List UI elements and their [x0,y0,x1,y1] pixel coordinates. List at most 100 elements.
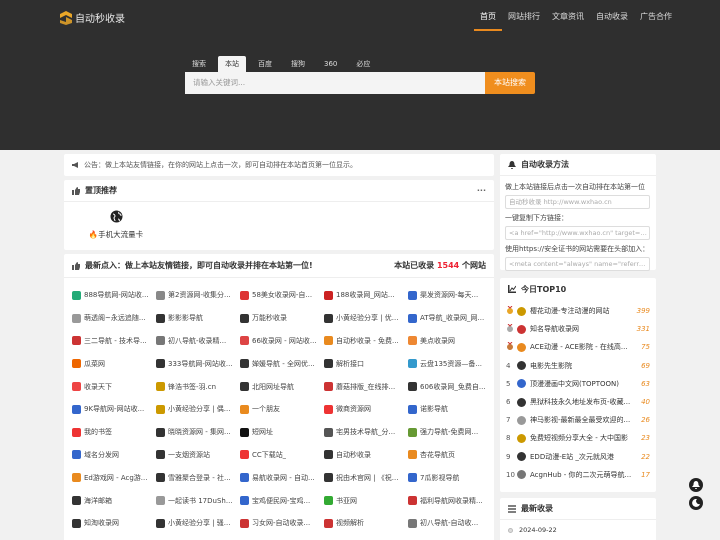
search-input[interactable]: 请输入关键词... [185,72,485,94]
site-link[interactable]: 9K导航网-网站收... [72,398,156,421]
site-link[interactable]: 雪雅聚合登录 - 社... [156,466,240,489]
tab-site[interactable]: 本站 [218,56,246,72]
site-link[interactable]: Link管理平台 - 托... [240,535,324,540]
site-link[interactable]: 云盘135资源—备... [408,352,492,375]
site-link[interactable]: 一个朋友 [240,398,324,421]
top10-item[interactable]: 8 免费短视频分享大全 - 大中国影 23 [506,429,650,447]
site-name: 短网址 [252,428,273,437]
site-link[interactable]: hd3资源网 [408,535,492,540]
tab-bing[interactable]: 必应 [349,56,377,72]
site-link[interactable]: 自动秒收录 - 免费... [324,330,408,353]
nav-articles[interactable]: 文章资讯 [546,0,590,32]
site-link[interactable]: 888导航网-网站收... [72,284,156,307]
top10-item[interactable]: 7 神马影视-最新最全最受欢迎的... 26 [506,411,650,429]
site-link[interactable]: 易航收录网 - 自动... [240,466,324,489]
link-code-input[interactable]: <a href="http://www.wxhao.cn" target="_b… [505,226,650,240]
theme-toggle-fab[interactable] [689,496,703,510]
site-link[interactable]: 一支烟资源站 [156,444,240,467]
site-name: 微商资源网 [336,405,371,414]
site-link[interactable]: 萌透阁~永远追随... [72,307,156,330]
pinned-title: 置顶推荐 [85,186,117,195]
site-link[interactable]: 小黄经验分享 | 全... [324,535,408,540]
site-link[interactable]: 视频解析 [324,512,408,535]
top10-item[interactable]: 10 AcgnHub - 你的二次元萌导航... 17 [506,466,650,484]
site-link[interactable]: Ed游戏网 - Acg游... [72,466,156,489]
site-link[interactable]: 初八导航-收录精... [156,330,240,353]
site-link[interactable]: 一起读书 17DuSh... [156,489,240,512]
site-link[interactable]: 第2资源网-收集分... [156,284,240,307]
site-favicon-icon [72,427,81,437]
site-link[interactable]: 蘑菇排版_在线排... [324,375,408,398]
site-link[interactable]: 初八导航-自动收... [408,512,492,535]
site-link[interactable]: 锋浩书签-羽.cn [156,375,240,398]
site-link[interactable]: 懒人导航网 [72,535,156,540]
site-link[interactable]: 188收录网_网站... [324,284,408,307]
site-link[interactable]: 小黄经验分享 | 优... [324,307,408,330]
site-link[interactable]: 自动秒收录 [324,444,408,467]
site-link[interactable]: 书亚网 [324,489,408,512]
site-link[interactable]: 短网址 [240,421,324,444]
site-link[interactable]: 北阳网址导航 [240,375,324,398]
site-link[interactable]: 杏花导航页 [408,444,492,467]
site-link[interactable]: 7瓜影视导航 [408,466,492,489]
site-link[interactable]: 习女网-自动收录... [240,512,324,535]
nav-ads[interactable]: 广告合作 [634,0,678,32]
nav-home[interactable]: 首页 [474,0,502,32]
site-link[interactable]: 婵媛导航 - 全网优... [240,352,324,375]
site-link[interactable]: 域名分发网 [72,444,156,467]
site-link[interactable]: AT导航_收录网_网... [408,307,492,330]
site-link[interactable]: 影影影导航 [156,307,240,330]
site-link[interactable]: 瓜菜网 [72,352,156,375]
top10-item[interactable]: 樱花动漫-专注动漫的网站 399 [506,302,650,320]
site-link[interactable]: 解析接口 [324,352,408,375]
site-link[interactable]: 强力导航-免费网... [408,421,492,444]
site-link[interactable]: 三二导航 - 技术导... [72,330,156,353]
site-link[interactable]: 66收录网 - 网站收... [240,330,324,353]
site-link[interactable]: 宅男技术导航_分... [324,421,408,444]
tab-baidu[interactable]: 百度 [251,56,279,72]
site-link[interactable]: 58美女收录网-自... [240,284,324,307]
tab-sogou[interactable]: 搜狗 [284,56,312,72]
site-link[interactable]: 渠发资源网-每天... [408,284,492,307]
notification-fab[interactable] [689,478,703,492]
site-logo[interactable]: 自动秒收录 [60,10,125,25]
site-link[interactable]: 海洋邮箱 [72,489,156,512]
site-name: 一支烟资源站 [168,450,210,459]
nav-auto-submit[interactable]: 自动收录 [590,0,634,32]
top10-item[interactable]: 5 顶漫漫画中文网(TOPTOON) 63 [506,375,650,393]
site-link[interactable]: 微商资源网 [324,398,408,421]
site-link[interactable]: 宝鸡便民网-宝鸡... [240,489,324,512]
search-tabs: 搜索 本站 百度 搜狗 360 必应 [185,56,382,72]
top10-item[interactable]: ACE动漫 - ACE影院 - 在线高... 75 [506,338,650,356]
site-link[interactable]: 万能秒收录 [240,307,324,330]
site-link[interactable]: 福利导航网收录精... [408,489,492,512]
site-link[interactable]: 祝由术官网 | 《祝... [324,466,408,489]
site-favicon-icon [408,359,417,369]
howto-panel: 自动收录方法 做上本站链接后点击一次自动排在本站第一位 自动秒收录 http:/… [500,154,656,271]
site-favicon-icon [72,450,81,460]
top10-item[interactable]: 9 EDD动漫-E站 _次元就风港 22 [506,448,650,466]
tab-360[interactable]: 360 [317,56,344,72]
top10-item[interactable]: 4 电影先生影院 69 [506,357,650,375]
site-link[interactable]: 收录天下 [72,375,156,398]
site-link[interactable]: 333导航网-网站收... [156,352,240,375]
referrer-code-input[interactable]: <meta content="always" name="referrer"> [505,257,650,271]
site-link[interactable]: 小黄经验分享 | 骚... [156,512,240,535]
count-prefix: 本站已收录 [394,261,437,270]
site-link[interactable]: 子美AI导航 [156,535,240,540]
pinned-item[interactable]: 🔥手机大流量卡 [86,210,146,240]
more-button[interactable]: ··· [477,186,486,195]
site-link[interactable]: 知淘收录网 [72,512,156,535]
site-link[interactable]: 606收录网_免费自... [408,375,492,398]
site-link[interactable]: 诺影导航 [408,398,492,421]
nav-ranking[interactable]: 网站排行 [502,0,546,32]
link-text-input[interactable]: 自动秒收录 http://www.wxhao.cn [505,195,650,209]
site-link[interactable]: 我的书签 [72,421,156,444]
top10-item[interactable]: 知名导航收录网 331 [506,320,650,338]
top10-item[interactable]: 6 黑狱科技永久地址发布页-收藏... 40 [506,393,650,411]
site-link[interactable]: CC下载站_ [240,444,324,467]
site-link[interactable]: 小黄经验分享 | 偶... [156,398,240,421]
site-link[interactable]: 晓晓资源网 - 集网... [156,421,240,444]
site-link[interactable]: 美点收录网 [408,330,492,353]
search-button[interactable]: 本站搜索 [485,72,535,94]
